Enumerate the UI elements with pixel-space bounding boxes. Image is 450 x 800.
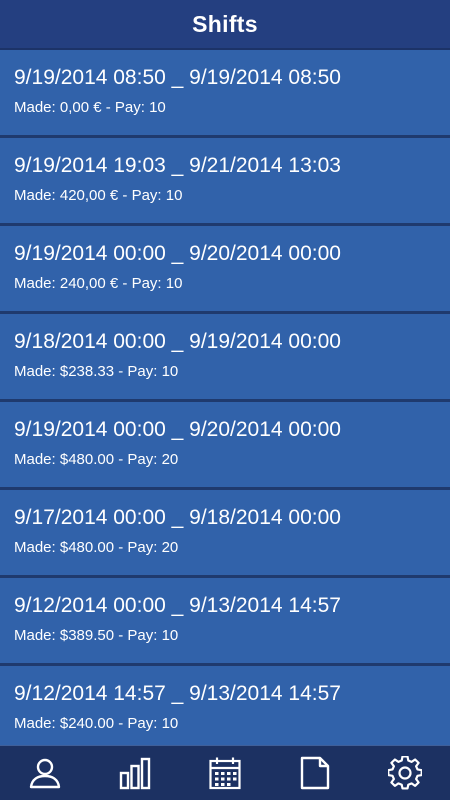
- shift-time-range: 9/17/2014 00:00 _ 9/18/2014 00:00: [14, 506, 341, 529]
- app-header: Shifts: [0, 0, 450, 50]
- shift-row[interactable]: 9/19/2014 00:00 _ 9/20/2014 00:00 Made: …: [0, 226, 450, 314]
- bar-chart-icon: [119, 757, 151, 790]
- calendar-icon: [209, 757, 241, 790]
- shift-earnings: Made: 240,00 € - Pay: 10: [14, 275, 183, 292]
- shift-row[interactable]: 9/12/2014 00:00 _ 9/13/2014 14:57 Made: …: [0, 578, 450, 666]
- document-icon: [300, 756, 330, 790]
- shift-earnings: Made: $480.00 - Pay: 20: [14, 451, 179, 468]
- shift-row[interactable]: 9/12/2014 14:57 _ 9/13/2014 14:57 Made: …: [0, 666, 450, 745]
- person-icon: [29, 758, 61, 789]
- gear-icon: [388, 756, 422, 790]
- shift-list[interactable]: 9/19/2014 08:50 _ 9/19/2014 08:50 Made: …: [0, 50, 450, 745]
- tab-calendar[interactable]: [195, 746, 255, 800]
- shift-time-range: 9/19/2014 19:03 _ 9/21/2014 13:03: [14, 154, 341, 177]
- shift-time-range: 9/19/2014 00:00 _ 9/20/2014 00:00: [14, 242, 341, 265]
- shift-earnings: Made: $240.00 - Pay: 10: [14, 715, 179, 732]
- shift-row[interactable]: 9/19/2014 19:03 _ 9/21/2014 13:03 Made: …: [0, 138, 450, 226]
- tab-settings[interactable]: [375, 746, 435, 800]
- shift-earnings: Made: 420,00 € - Pay: 10: [14, 187, 183, 204]
- shift-earnings: Made: 0,00 € - Pay: 10: [14, 99, 166, 116]
- shift-time-range: 9/19/2014 00:00 _ 9/20/2014 00:00: [14, 418, 341, 441]
- page-title: Shifts: [192, 10, 258, 37]
- shift-earnings: Made: $389.50 - Pay: 10: [14, 627, 179, 644]
- shift-time-range: 9/12/2014 00:00 _ 9/13/2014 14:57: [14, 594, 341, 617]
- tab-statistics[interactable]: [105, 746, 165, 800]
- tab-profile[interactable]: [15, 746, 75, 800]
- shift-earnings: Made: $480.00 - Pay: 20: [14, 539, 179, 556]
- shift-row[interactable]: 9/19/2014 00:00 _ 9/20/2014 00:00 Made: …: [0, 402, 450, 490]
- tab-reports[interactable]: [285, 746, 345, 800]
- shift-time-range: 9/18/2014 00:00 _ 9/19/2014 00:00: [14, 330, 341, 353]
- shift-time-range: 9/19/2014 08:50 _ 9/19/2014 08:50: [14, 66, 341, 89]
- shift-row[interactable]: 9/17/2014 00:00 _ 9/18/2014 00:00 Made: …: [0, 490, 450, 578]
- bottom-tab-bar: [0, 745, 450, 800]
- shift-time-range: 9/12/2014 14:57 _ 9/13/2014 14:57: [14, 682, 341, 705]
- shift-row[interactable]: 9/19/2014 08:50 _ 9/19/2014 08:50 Made: …: [0, 50, 450, 138]
- shift-row[interactable]: 9/18/2014 00:00 _ 9/19/2014 00:00 Made: …: [0, 314, 450, 402]
- shift-earnings: Made: $238.33 - Pay: 10: [14, 363, 179, 380]
